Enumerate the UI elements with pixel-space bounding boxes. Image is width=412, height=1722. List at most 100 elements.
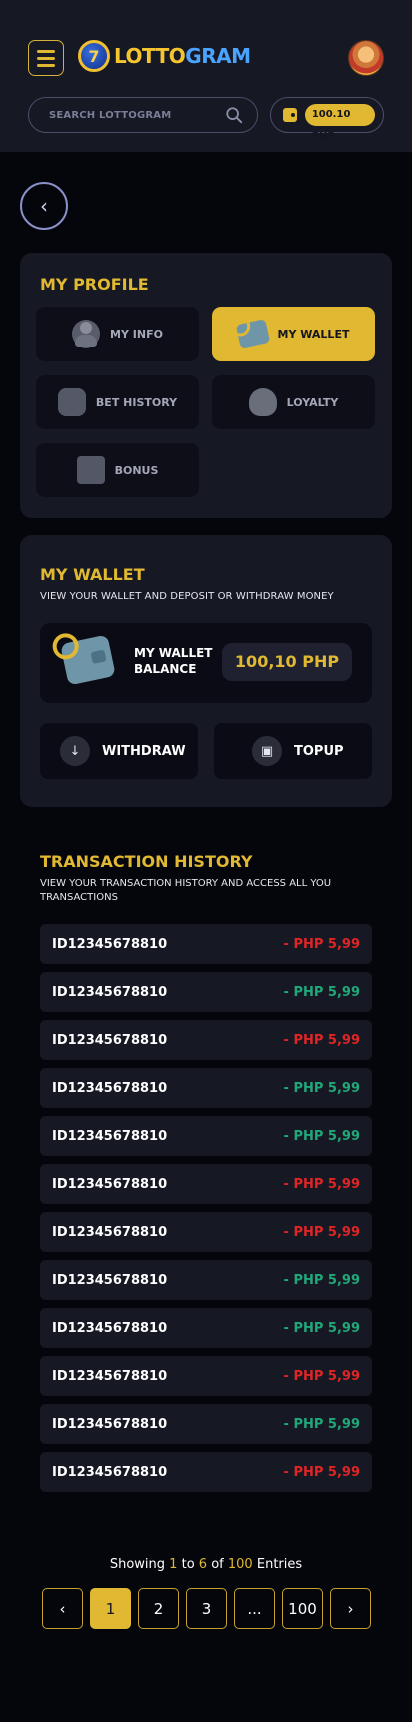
wallet-icon	[283, 108, 297, 122]
user-icon	[72, 320, 101, 348]
wallet-icon: ▣	[252, 736, 282, 766]
transaction-row[interactable]: ID12345678810 - PHP 5,99	[40, 1068, 372, 1108]
back-button[interactable]: ‹	[20, 182, 68, 230]
user-avatar[interactable]	[348, 40, 384, 76]
my-wallet-card: MY WALLET VIEW YOUR WALLET AND DEPOSIT O…	[20, 535, 392, 807]
profile-tab-label: MY INFO	[110, 327, 163, 341]
transaction-row[interactable]: ID12345678810 - PHP 5,99	[40, 972, 372, 1012]
profile-tab-bet-history[interactable]: BET HISTORY	[36, 375, 199, 429]
transaction-id: ID12345678810	[52, 984, 168, 1000]
transaction-id: ID12345678810	[52, 1272, 168, 1288]
menu-bar	[37, 49, 55, 53]
gift-icon	[76, 456, 105, 484]
transaction-amount: - PHP 5,99	[283, 1320, 360, 1336]
transaction-row[interactable]: ID12345678810 - PHP 5,99	[40, 1356, 372, 1396]
transaction-row[interactable]: ID12345678810 - PHP 5,99	[40, 1404, 372, 1444]
profile-tab-loyalty[interactable]: LOYALTY	[212, 375, 375, 429]
search-placeholder: SEARCH LOTTOGRAM	[49, 109, 172, 121]
transaction-row[interactable]: ID12345678810 - PHP 5,99	[40, 1308, 372, 1348]
pagination-ellipsis[interactable]: ...	[234, 1588, 275, 1629]
transaction-row[interactable]: ID12345678810 - PHP 5,99	[40, 1116, 372, 1156]
wallet-subtitle: VIEW YOUR WALLET AND DEPOSIT OR WITHDRAW…	[40, 591, 334, 602]
transaction-history-title: TRANSACTION HISTORY	[40, 852, 253, 871]
transaction-row[interactable]: ID12345678810 - PHP 5,99	[40, 1020, 372, 1060]
lottogram-logo[interactable]: 7 LOTTOGRAM	[78, 40, 251, 72]
transaction-id: ID12345678810	[52, 1080, 168, 1096]
profile-tab-label: LOYALTY	[286, 395, 339, 409]
transaction-id: ID12345678810	[52, 1416, 168, 1432]
transaction-row[interactable]: ID12345678810 - PHP 5,99	[40, 1452, 372, 1492]
transaction-amount: - PHP 5,99	[283, 1416, 360, 1432]
search-input[interactable]: SEARCH LOTTOGRAM	[28, 97, 258, 133]
showing-to-word: to	[181, 1557, 195, 1572]
menu-bar	[37, 63, 55, 67]
lotto-ball-icon: 7	[78, 40, 110, 72]
withdraw-label: WITHDRAW	[102, 743, 186, 759]
logo-text-gram: GRAM	[185, 44, 251, 68]
pagination-page-1[interactable]: 1	[90, 1588, 131, 1629]
transaction-row[interactable]: ID12345678810 - PHP 5,99	[40, 1212, 372, 1252]
pagination-summary: Showing 1 to 6 of 100 Entries	[0, 1557, 412, 1572]
wallet-balance-box: MY WALLET BALANCE 100,10 PHP	[40, 623, 372, 703]
showing-from: 1	[169, 1557, 178, 1572]
arrow-down-icon: ↓	[60, 736, 90, 766]
transaction-row[interactable]: ID12345678810 - PHP 5,99	[40, 1164, 372, 1204]
transaction-row[interactable]: ID12345678810 - PHP 5,99	[40, 1260, 372, 1300]
transaction-amount: - PHP 5,99	[283, 1080, 360, 1096]
profile-tab-label: MY WALLET	[277, 327, 350, 341]
topup-label: TOPUP	[294, 743, 344, 759]
chevron-left-icon: ‹	[59, 1599, 66, 1618]
showing-suffix: Entries	[256, 1557, 303, 1572]
showing-of-word: of	[211, 1557, 224, 1572]
logo-wordmark: LOTTOGRAM	[114, 44, 251, 68]
transaction-id: ID12345678810	[52, 1464, 168, 1480]
topup-button[interactable]: ▣ TOPUP	[214, 723, 372, 779]
showing-prefix: Showing	[109, 1557, 166, 1572]
balance-pill[interactable]: 100.10 PHP	[270, 97, 384, 142]
transaction-history-subtitle: VIEW YOUR TRANSACTION HISTORY AND ACCESS…	[40, 878, 332, 903]
pagination-page-100[interactable]: 100	[282, 1588, 323, 1629]
transaction-amount: - PHP 5,99	[283, 1464, 360, 1480]
coins-icon	[57, 388, 86, 416]
transaction-id: ID12345678810	[52, 1128, 168, 1144]
profile-tab-my-info[interactable]: MY INFO	[36, 307, 199, 361]
transaction-id: ID12345678810	[52, 1320, 168, 1336]
transaction-amount: - PHP 5,99	[283, 936, 360, 952]
profile-tab-label: BONUS	[114, 463, 159, 477]
transaction-amount: - PHP 5,99	[283, 1272, 360, 1288]
chevron-left-icon: ‹	[40, 194, 48, 218]
top-header: 7 LOTTOGRAM SEARCH LOTTOGRAM 100.10 PHP	[0, 0, 412, 152]
profile-title: MY PROFILE	[40, 275, 149, 294]
transaction-amount: - PHP 5,99	[283, 1176, 360, 1192]
showing-total: 100	[227, 1557, 253, 1572]
pagination-prev-button[interactable]: ‹	[42, 1588, 83, 1629]
pagination-page-3[interactable]: 3	[186, 1588, 227, 1629]
wallet-balance-amount: 100,10 PHP	[222, 643, 352, 681]
profile-tab-bonus[interactable]: BONUS	[36, 443, 199, 497]
transaction-id: ID12345678810	[52, 1176, 168, 1192]
my-profile-card: MY PROFILE MY INFO MY WALLET BET HISTORY…	[20, 253, 392, 518]
heart-icon	[248, 388, 277, 416]
withdraw-button[interactable]: ↓ WITHDRAW	[40, 723, 198, 779]
chevron-right-icon: ›	[347, 1599, 354, 1618]
transaction-amount: - PHP 5,99	[283, 1368, 360, 1384]
hamburger-menu-button[interactable]	[28, 40, 64, 76]
menu-bar	[37, 56, 55, 60]
profile-tab-my-wallet[interactable]: MY WALLET	[212, 307, 375, 361]
wallet-icon	[235, 319, 270, 349]
transaction-amount: - PHP 5,99	[283, 1128, 360, 1144]
pagination-next-button[interactable]: ›	[330, 1588, 371, 1629]
transaction-id: ID12345678810	[52, 1368, 168, 1384]
transaction-amount: - PHP 5,99	[283, 1032, 360, 1048]
transaction-row[interactable]: ID12345678810 - PHP 5,99	[40, 924, 372, 964]
pagination-page-2[interactable]: 2	[138, 1588, 179, 1629]
wallet-title: MY WALLET	[40, 565, 145, 584]
transaction-id: ID12345678810	[52, 1032, 168, 1048]
profile-tab-label: BET HISTORY	[95, 395, 178, 409]
transaction-amount: - PHP 5,99	[283, 984, 360, 1000]
logo-text-lotto: LOTTO	[114, 44, 186, 68]
wallet-icon	[60, 634, 116, 686]
transaction-id: ID12345678810	[52, 936, 168, 952]
header-balance: 100.10 PHP	[304, 104, 375, 142]
search-icon[interactable]	[225, 106, 243, 124]
